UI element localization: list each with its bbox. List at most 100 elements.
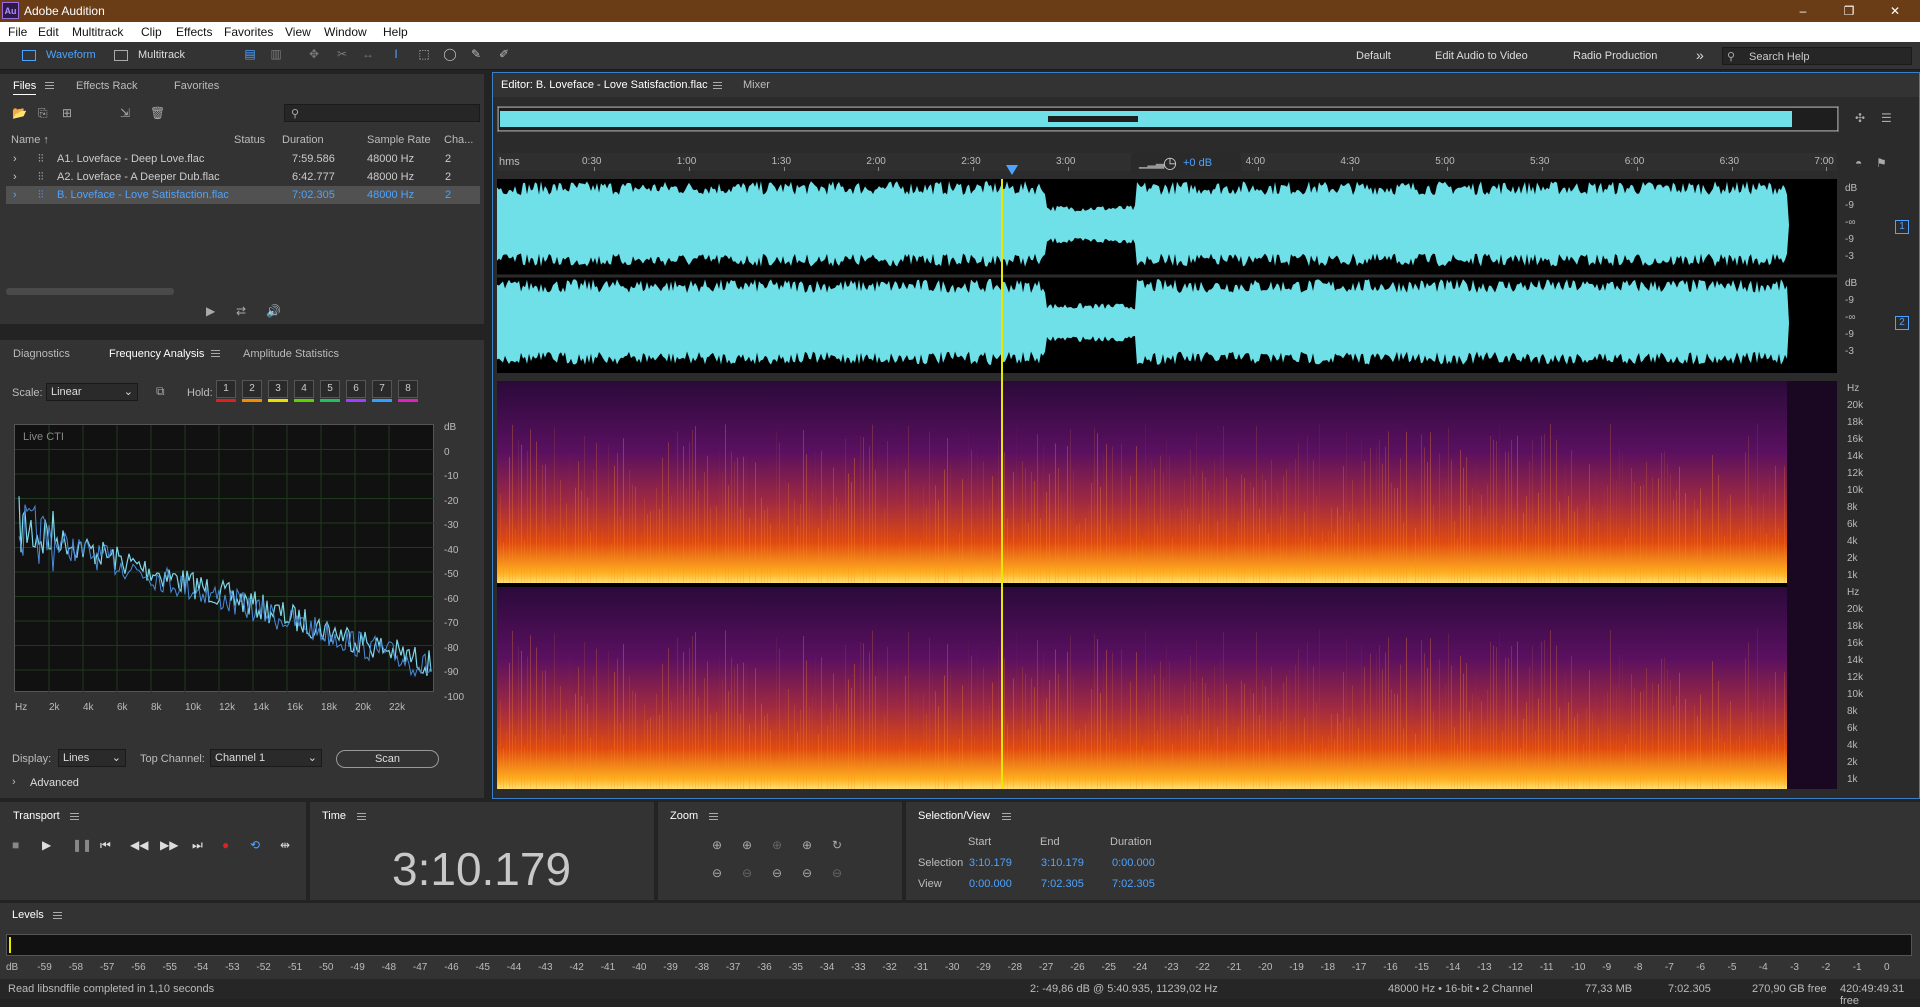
zoom-out-full-icon[interactable]: ⊖ [802,866,812,880]
scale-select[interactable]: Linear ⌄ [46,383,138,401]
file-row-selected[interactable]: › ⫶⫶ B. Loveface - Love Satisfaction.fla… [6,186,480,204]
advanced-chevron-icon[interactable]: › [12,776,16,788]
insert-into-multitrack-icon[interactable]: ⇲ [120,106,130,120]
expand-icon[interactable]: › [13,171,17,183]
selection-menu-icon[interactable] [1002,813,1011,820]
tab-favorites[interactable]: Favorites [174,80,219,92]
volume-knob-icon[interactable]: ◷ [1163,153,1177,173]
tab-diagnostics[interactable]: Diagnostics [13,348,70,360]
channel-1-toggle[interactable]: 1 [1895,220,1909,234]
rewind-icon[interactable]: ◀◀ [130,838,148,852]
hud-volume[interactable]: ▁▂▃ ◷ +0 dB [1131,153,1241,173]
hold-button-8[interactable]: 8 [398,380,418,398]
display-select[interactable]: Lines ⌄ [58,749,126,767]
zoom-in-time-icon[interactable]: ⊕ [742,838,752,852]
spot-healing-tool-icon[interactable]: ✐ [496,47,512,63]
waveform-display[interactable] [497,179,1837,373]
editor-menu-icon[interactable] [713,82,722,89]
frequency-analysis-menu-icon[interactable] [211,350,220,357]
zoom-in-amplitude-icon[interactable]: ⊕ [712,838,722,852]
selection-duration-value[interactable]: 0:00.000 [1112,857,1155,869]
tab-frequency-analysis[interactable]: Frequency Analysis [109,348,204,360]
close-button[interactable]: ✕ [1880,2,1910,20]
gain-value[interactable]: +0 dB [1183,157,1212,169]
move-tool-icon[interactable]: ✥ [306,47,322,63]
zoom-menu-icon[interactable] [709,813,718,820]
zoom-out-time-icon[interactable]: ⊖ [742,866,752,880]
hold-button-7[interactable]: 7 [372,380,392,398]
hold-button-2[interactable]: 2 [242,380,262,398]
expand-icon[interactable]: › [13,189,17,201]
record-icon[interactable]: ● [222,838,229,852]
loop-icon[interactable]: ⟲ [250,838,260,852]
tab-effects-rack[interactable]: Effects Rack [76,80,138,92]
stop-icon[interactable]: ■ [12,838,19,852]
zoom-to-fit-icon[interactable]: ✣ [1855,111,1865,125]
slip-tool-icon[interactable]: ↔ [360,47,376,63]
new-file-icon[interactable]: ⊞ [62,106,72,120]
view-end-value[interactable]: 7:02.305 [1041,878,1084,890]
spectral-pitch-icon[interactable]: ▥ [268,47,284,63]
selection-end-value[interactable]: 3:10.179 [1041,857,1084,869]
workspace-radio-production[interactable]: Radio Production [1573,50,1657,62]
delete-file-icon[interactable]: 🗑 [150,106,165,120]
more-workspaces-button[interactable]: » [1696,47,1704,63]
import-file-icon[interactable]: ⎘ [38,106,48,121]
zoom-to-selection-icon[interactable]: ⊖ [772,866,782,880]
zoom-in-left-icon[interactable]: ⊕ [802,838,812,852]
pause-icon[interactable]: ❚❚ [72,838,92,852]
zoom-out-right-icon[interactable]: ⊖ [832,866,842,880]
brush-tool-icon[interactable]: ✎ [468,47,484,63]
menu-file[interactable]: File [8,25,27,39]
menu-multitrack[interactable]: Multitrack [72,25,123,39]
preview-volume-icon[interactable]: 🔊 [266,304,281,318]
playhead-handle[interactable] [1006,165,1018,175]
menu-edit[interactable]: Edit [38,25,59,39]
skip-previous-icon[interactable]: ⏮ [100,838,111,853]
column-channels[interactable]: Cha... [444,134,473,146]
divider-handle[interactable] [497,373,1837,381]
levels-menu-icon[interactable] [53,912,62,919]
play-icon[interactable]: ▶ [42,838,51,852]
time-menu-icon[interactable] [357,813,366,820]
tab-amplitude-statistics[interactable]: Amplitude Statistics [243,348,339,360]
column-name[interactable]: Name ↑ [11,134,49,146]
horizontal-scrollbar[interactable] [6,288,174,295]
fast-forward-icon[interactable]: ▶▶ [160,838,178,852]
zoom-out-amplitude-icon[interactable]: ⊖ [712,866,722,880]
menu-window[interactable]: Window [324,25,367,39]
file-row[interactable]: › ⫶⫶ A2. Loveface - A Deeper Dub.flac 6:… [6,168,480,186]
razor-tool-icon[interactable]: ✂ [334,47,350,63]
time-display[interactable]: 3:10.179 [392,842,571,896]
selection-start-value[interactable]: 3:10.179 [969,857,1012,869]
multitrack-mode-button[interactable]: Multitrack [118,47,191,65]
hold-button-1[interactable]: 1 [216,380,236,398]
time-selection-tool-icon[interactable]: I [388,47,404,63]
top-channel-select[interactable]: Channel 1 ⌄ [210,749,322,767]
scan-button[interactable]: Scan [336,750,439,768]
menu-help[interactable]: Help [383,25,408,39]
channel-2-toggle[interactable]: 2 [1895,316,1909,330]
pin-icon[interactable]: ⚑ [1876,156,1887,170]
spectral-frequency-icon[interactable]: ▤ [242,47,258,63]
menu-clip[interactable]: Clip [141,25,162,39]
preview-play-icon[interactable]: ▶ [206,304,215,318]
menu-view[interactable]: View [285,25,311,39]
view-duration-value[interactable]: 7:02.305 [1112,878,1155,890]
menu-effects[interactable]: Effects [176,25,212,39]
files-menu-icon[interactable] [45,82,54,89]
skip-selection-icon[interactable]: ⇹ [280,838,290,852]
hold-button-4[interactable]: 4 [294,380,314,398]
hold-button-5[interactable]: 5 [320,380,340,398]
search-help-field[interactable]: ⚲ Search Help [1722,47,1912,65]
expand-icon[interactable]: › [13,153,17,165]
files-filter-input[interactable]: ⚲ [284,104,480,122]
editor-options-icon[interactable]: ☰ [1881,111,1892,125]
column-duration[interactable]: Duration [282,134,324,146]
spectral-display[interactable] [497,381,1837,789]
skip-next-icon[interactable]: ⏭ [192,838,203,853]
transport-menu-icon[interactable] [70,813,79,820]
file-row[interactable]: › ⫶⫶ A1. Loveface - Deep Love.flac 7:59.… [6,150,480,168]
tab-mixer[interactable]: Mixer [743,79,770,91]
headphone-icon[interactable]: ◓ [1855,156,1862,170]
